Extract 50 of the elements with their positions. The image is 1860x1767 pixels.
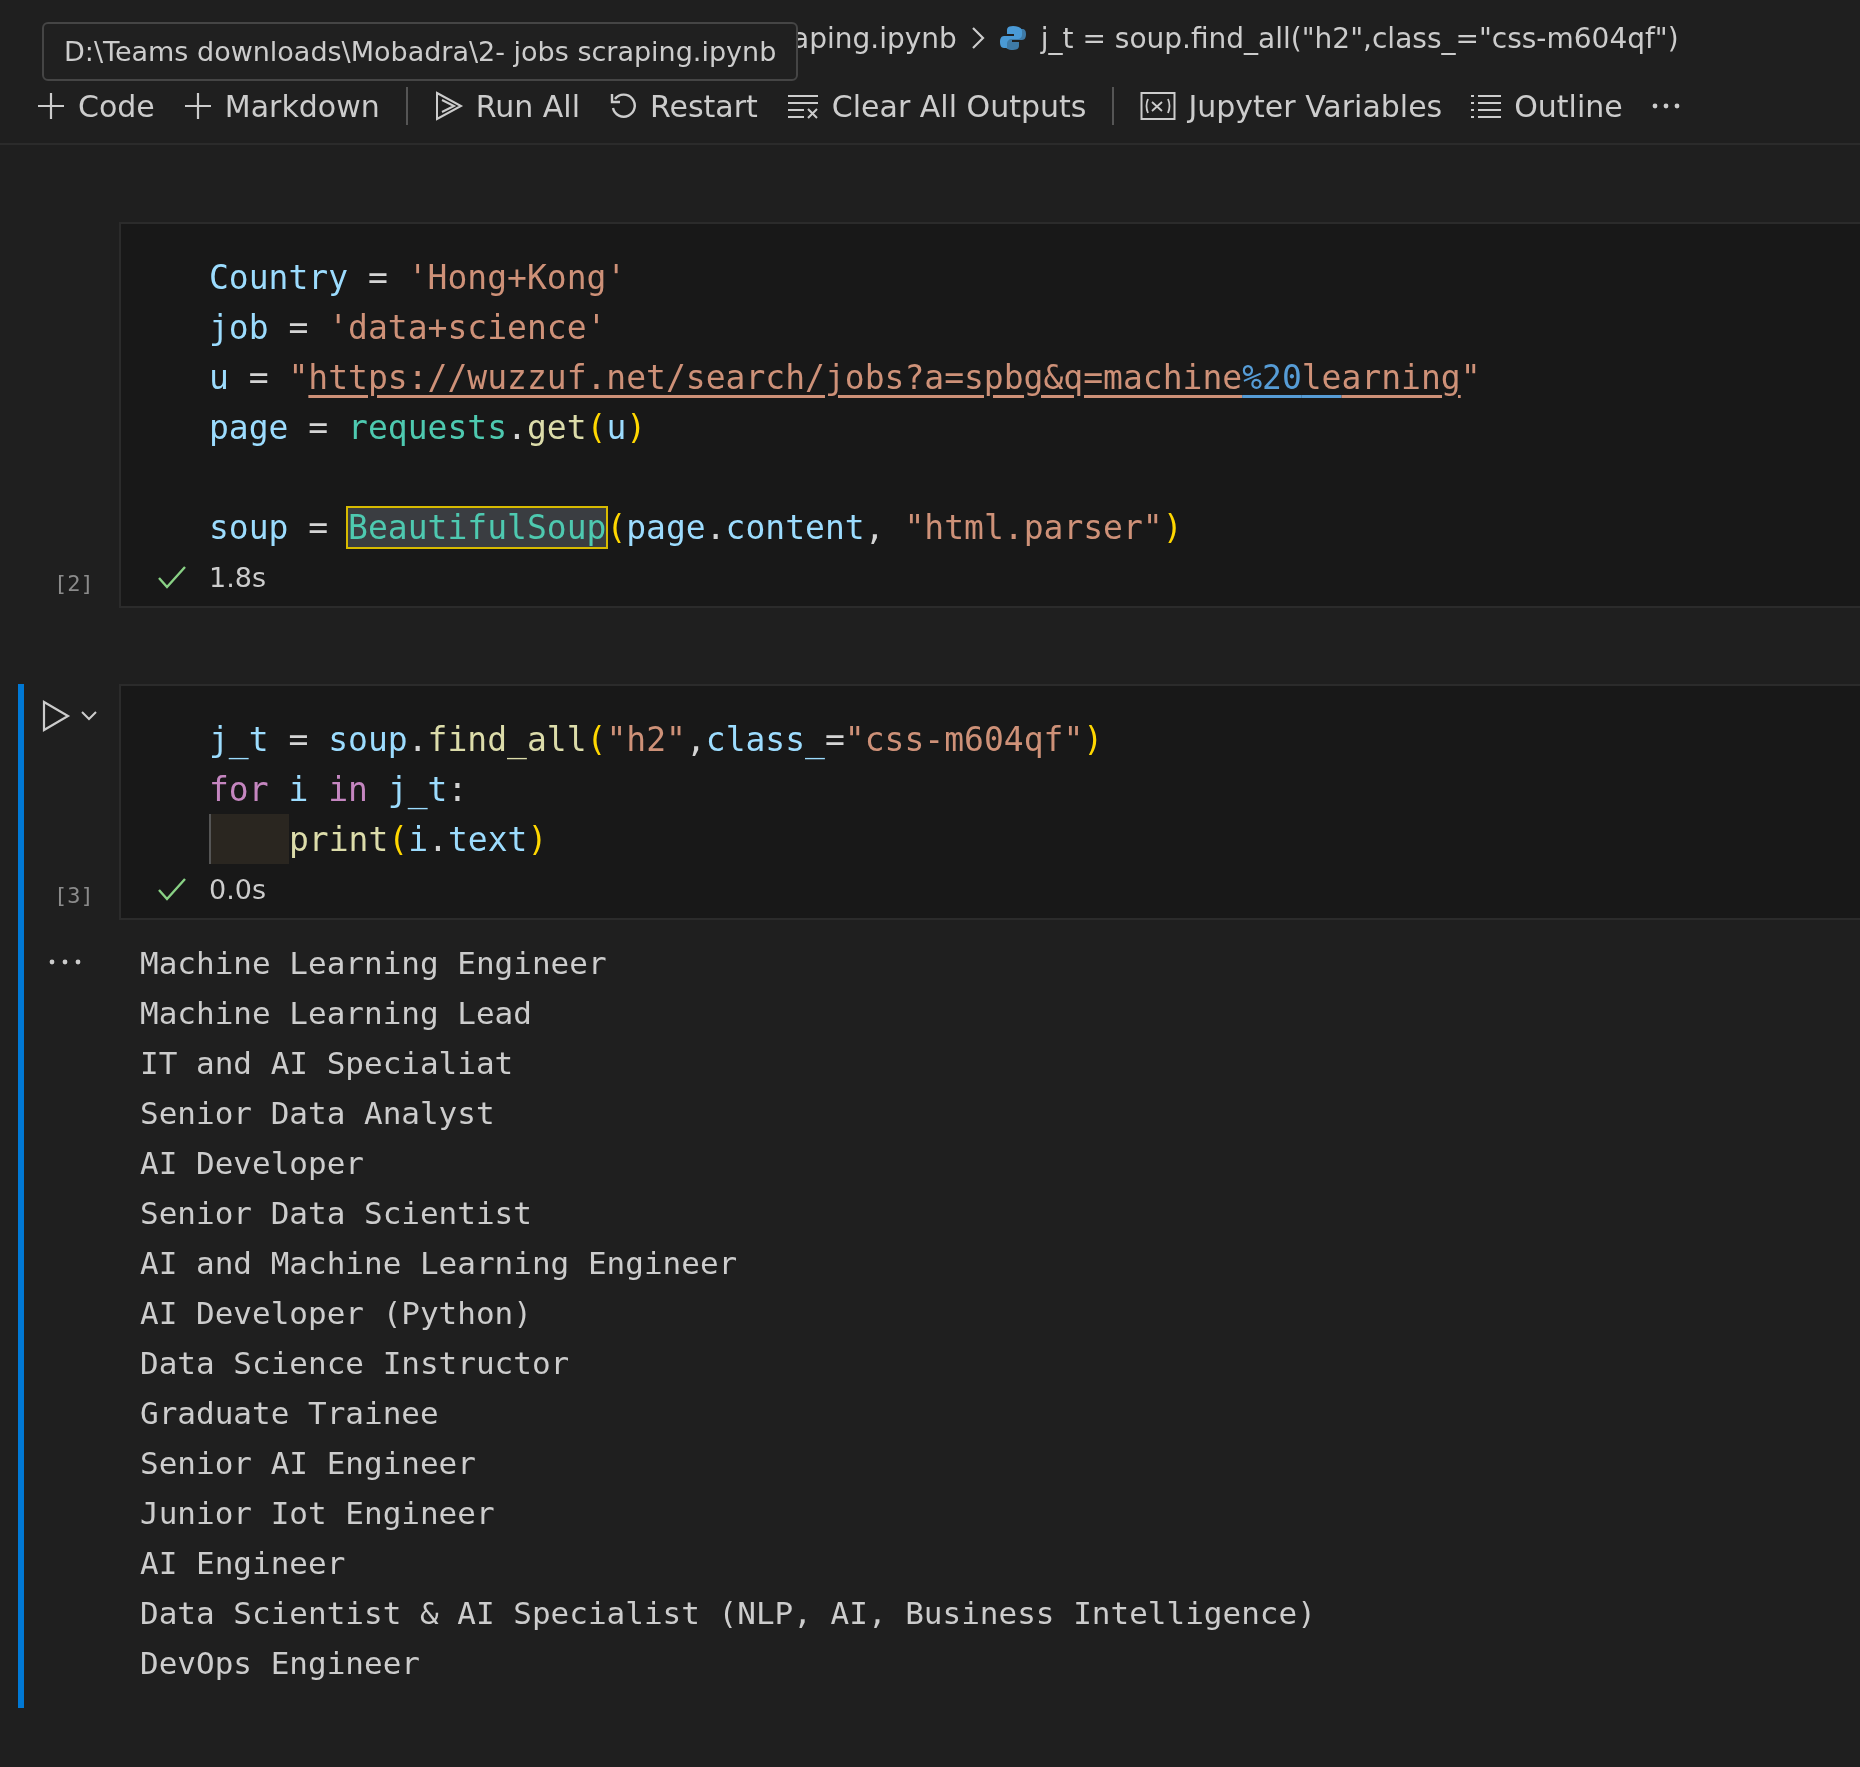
code-line: j_t = soup.find_all("h2",class_="css-m604qf") bbox=[209, 719, 1104, 759]
output-line: Data Science Instructor bbox=[140, 1344, 571, 1383]
toolbar-button[interactable]: Code bbox=[26, 84, 165, 128]
output-line: Junior Iot Engineer bbox=[140, 1494, 496, 1533]
list-icon bbox=[1470, 93, 1503, 119]
clear-icon bbox=[785, 92, 820, 120]
code-line: u = "https://wuzzuf.net/search/jobs?a=spbg&q=machine%20learning" bbox=[209, 357, 1481, 397]
toolbar-button[interactable]: Jupyter Variables bbox=[1130, 84, 1453, 128]
code-line: Country = 'Hong+Kong' bbox=[209, 257, 627, 297]
output-line: AI Developer bbox=[140, 1144, 365, 1183]
code-line: print(i.text) bbox=[289, 819, 548, 859]
plus-icon bbox=[36, 91, 66, 121]
toolbar-button[interactable]: Markdown bbox=[172, 84, 390, 128]
output-line: Machine Learning Engineer bbox=[140, 944, 608, 983]
output-line: Senior Data Scientist bbox=[140, 1194, 533, 1233]
execution-time: 1.8s bbox=[209, 561, 266, 593]
output-line: Graduate Trainee bbox=[140, 1394, 440, 1433]
output-line: Senior Data Analyst bbox=[140, 1094, 496, 1133]
output-line: AI Engineer bbox=[140, 1544, 347, 1583]
execution-count: [3] bbox=[54, 883, 94, 908]
execution-count: [2] bbox=[54, 571, 94, 596]
output-line: IT and AI Specialiat bbox=[140, 1044, 515, 1083]
toolbar-button[interactable]: Run All bbox=[423, 84, 590, 128]
more-icon bbox=[1650, 102, 1681, 110]
python-icon bbox=[998, 24, 1027, 52]
variables-icon bbox=[1140, 91, 1177, 121]
more-icon[interactable] bbox=[48, 958, 82, 966]
restart-icon bbox=[608, 91, 638, 121]
code-cell[interactable]: j_t = soup.find_all("h2",class_="css-m604qf") for i in j_t: print(i.text) 0.0s bbox=[119, 684, 1860, 920]
play-icon bbox=[433, 90, 464, 122]
output-line: DevOps Engineer bbox=[140, 1644, 421, 1683]
code-line: page = requests.get(u) bbox=[209, 407, 647, 447]
output-line: AI and Machine Learning Engineer bbox=[140, 1244, 739, 1283]
code-cell[interactable]: Country = 'Hong+Kong' job = 'data+science' u = "https://wuzzuf.net/search/jobs?a=spbg&q=machine%20learning" page = requests.get(u) soup = BeautifulSoup(page.content, "html.parser") 1.8s bbox=[119, 222, 1860, 608]
breadcrumb-item[interactable]: j_t = soup.find_all("h2",class_="css-m604qf") bbox=[1040, 21, 1679, 55]
code-line: for i in j_t: bbox=[209, 769, 468, 809]
chevron-right-icon bbox=[970, 26, 985, 50]
toolbar-button[interactable]: Outline bbox=[1460, 84, 1633, 128]
output-line: Data Scientist & AI Specialist (NLP, AI, Business Intelligence) bbox=[140, 1594, 1316, 1633]
toolbar-button[interactable]: Restart bbox=[598, 84, 768, 128]
code-line: soup = BeautifulSoup(page.content, "html.parser") bbox=[209, 507, 1183, 547]
plus-icon bbox=[182, 91, 213, 121]
code-line: job = 'data+science' bbox=[209, 307, 607, 347]
execution-time: 0.0s bbox=[209, 873, 266, 905]
output-line: Senior AI Engineer bbox=[140, 1444, 477, 1483]
toolbar-button[interactable]: Clear All Outputs bbox=[775, 84, 1097, 128]
output-line: AI Developer (Python) bbox=[140, 1294, 533, 1333]
run-button[interactable] bbox=[40, 698, 100, 734]
output-line: Machine Learning Lead bbox=[140, 994, 533, 1033]
tooltip: D:\Teams downloads\Mobadra\2- jobs scraping.ipynb bbox=[42, 22, 799, 81]
